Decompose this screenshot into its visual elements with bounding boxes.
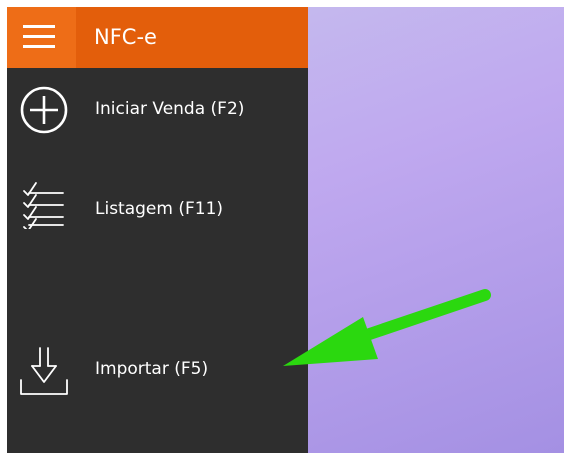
app-title: NFC-e — [94, 25, 157, 49]
navigation-sidebar: NFC-e Iniciar Venda (F2) Listagem (F11) … — [7, 7, 308, 453]
hamburger-line — [23, 35, 55, 38]
hamburger-line — [23, 45, 55, 48]
menu-item-label: Importar (F5) — [95, 359, 209, 379]
menu-item-label: Listagem (F11) — [95, 199, 224, 219]
menu-item-iniciar-venda[interactable]: Iniciar Venda (F2) — [7, 79, 308, 139]
sidebar-header: NFC-e — [7, 7, 308, 68]
green-arrow-icon — [283, 289, 491, 366]
hamburger-menu-button[interactable] — [7, 7, 76, 68]
plus-circle-icon — [20, 86, 68, 134]
menu-item-importar[interactable]: Importar (F5) — [7, 340, 308, 400]
menu-item-listagem[interactable]: Listagem (F11) — [7, 173, 308, 233]
import-download-icon — [20, 347, 68, 395]
checklist-icon — [23, 182, 64, 229]
hamburger-menu-icon — [23, 25, 55, 28]
app-window: NFC-e Iniciar Venda (F2) Listagem (F11) … — [7, 7, 564, 453]
menu-item-label: Iniciar Venda (F2) — [95, 99, 245, 119]
